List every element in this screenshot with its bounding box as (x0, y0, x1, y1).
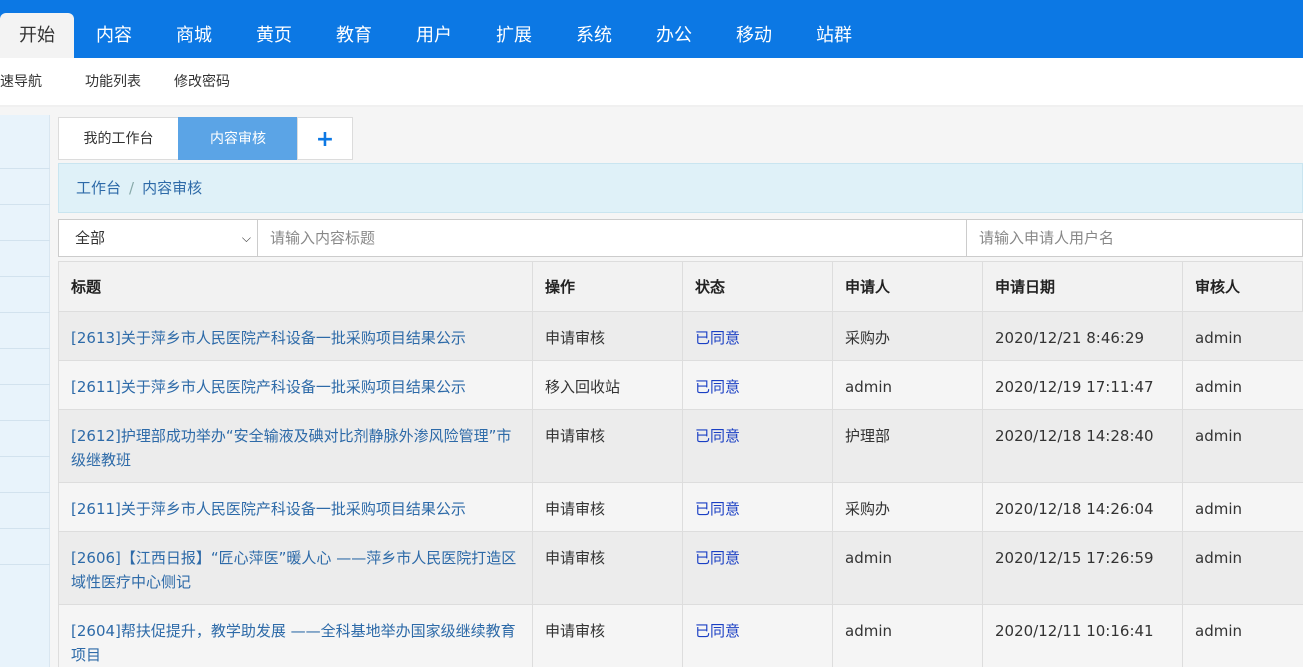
add-tab-button[interactable]: + (297, 117, 353, 160)
row-action: 申请审核 (533, 312, 683, 360)
row-action: 申请审核 (533, 532, 683, 604)
table-row: [2611]关于萍乡市人民医院产科设备一批采购项目结果公示 移入回收站 已同意 … (58, 361, 1303, 410)
category-select-value: 全部 (75, 229, 106, 247)
row-applicant: admin (833, 532, 983, 604)
row-applicant: admin (833, 361, 983, 409)
breadcrumb-current: 内容审核 (142, 179, 203, 197)
sidebar-divider (0, 564, 50, 565)
nav-item-office[interactable]: 办公 (644, 13, 704, 58)
subnav-quick-nav[interactable]: 快速导航 (0, 58, 42, 107)
tab-my-workbench[interactable]: 我的工作台 (58, 117, 179, 160)
nav-item-start[interactable]: 开始 (0, 13, 74, 58)
row-reviewer: admin (1195, 427, 1242, 445)
title-search-input[interactable]: 请输入内容标题 (257, 219, 967, 257)
nav-item-system[interactable]: 系统 (564, 13, 624, 58)
applicant-search-input[interactable]: 请输入申请人用户名 (966, 219, 1303, 257)
nav-item-extensions[interactable]: 扩展 (484, 13, 544, 58)
row-reviewer: admin (1195, 329, 1242, 347)
sidebar-divider (0, 348, 50, 349)
row-status: 已同意 (683, 483, 833, 531)
sidebar-divider (0, 492, 50, 493)
sidebar-divider (0, 420, 50, 421)
row-status: 已同意 (683, 605, 833, 667)
row-status: 已同意 (683, 361, 833, 409)
sidebar-divider (0, 276, 50, 277)
row-date: 2020/12/11 10:16:41 (983, 605, 1183, 667)
table-header: 标题 操作 状态 申请人 申请日期 审核人 (58, 261, 1303, 313)
table-row: [2604]帮扶促提升，教学助发展 ——全科基地举办国家级继续教育项目 申请审核… (58, 605, 1303, 667)
section-gap (0, 107, 1303, 115)
row-action: 申请审核 (533, 483, 683, 531)
nav-item-users[interactable]: 用户 (404, 13, 464, 58)
col-header-applicant[interactable]: 申请人 (833, 262, 983, 313)
row-action: 移入回收站 (533, 361, 683, 409)
row-applicant: 采购办 (833, 483, 983, 531)
sidebar-divider (0, 456, 50, 457)
col-header-reviewer[interactable]: 审核人 (1183, 262, 1303, 313)
row-title-link[interactable]: [2611]关于萍乡市人民医院产科设备一批采购项目结果公示 (59, 483, 533, 531)
table-row: [2613]关于萍乡市人民医院产科设备一批采购项目结果公示 申请审核 已同意 采… (58, 312, 1303, 361)
col-header-status[interactable]: 状态 (683, 262, 833, 313)
row-applicant: 护理部 (833, 410, 983, 482)
row-reviewer: admin (1195, 500, 1242, 518)
row-title-link[interactable]: [2604]帮扶促提升，教学助发展 ——全科基地举办国家级继续教育项目 (59, 605, 533, 667)
subnav-function-list[interactable]: 功能列表 (85, 58, 141, 107)
row-date: 2020/12/18 14:26:04 (983, 483, 1183, 531)
chevron-down-icon: ⌵ (241, 231, 251, 245)
row-title-link[interactable]: [2611]关于萍乡市人民医院产科设备一批采购项目结果公示 (59, 361, 533, 409)
col-header-title[interactable]: 标题 (59, 262, 533, 313)
nav-item-education[interactable]: 教育 (324, 13, 384, 58)
sidebar-divider (0, 240, 50, 241)
nav-item-mobile[interactable]: 移动 (724, 13, 784, 58)
row-reviewer: admin (1195, 378, 1242, 396)
sidebar-divider (0, 312, 50, 313)
sidebar-divider (0, 168, 50, 169)
row-date: 2020/12/19 17:11:47 (983, 361, 1183, 409)
sidebar-divider (0, 384, 50, 385)
breadcrumb: 工作台 / 内容审核 (58, 163, 1303, 213)
col-header-date[interactable]: 申请日期 (983, 262, 1183, 313)
top-nav: 开始 内容 商城 黄页 教育 用户 扩展 系统 办公 移动 站群 (0, 0, 1303, 58)
table-row: [2612]护理部成功举办“安全输液及碘对比剂静脉外渗风险管理”市级继教班 申请… (58, 410, 1303, 483)
sub-nav: 快速导航 功能列表 修改密码 (0, 58, 1303, 107)
tab-content-review[interactable]: 内容审核 (178, 117, 298, 160)
row-title-link[interactable]: [2612]护理部成功举办“安全输液及碘对比剂静脉外渗风险管理”市级继教班 (59, 410, 533, 482)
main-content: 我的工作台 内容审核 + 工作台 / 内容审核 全部 ⌵ 请输入内容标题 请输入申请… (50, 115, 1303, 667)
row-action: 申请审核 (533, 605, 683, 667)
row-status: 已同意 (683, 410, 833, 482)
row-applicant: 采购办 (833, 312, 983, 360)
subnav-change-password[interactable]: 修改密码 (174, 58, 230, 107)
nav-item-content[interactable]: 内容 (84, 13, 144, 58)
row-applicant: admin (833, 605, 983, 667)
col-header-action[interactable]: 操作 (533, 262, 683, 313)
left-sidebar (0, 115, 50, 667)
row-date: 2020/12/21 8:46:29 (983, 312, 1183, 360)
row-reviewer: admin (1195, 622, 1242, 640)
row-action: 申请审核 (533, 410, 683, 482)
nav-item-mall[interactable]: 商城 (164, 13, 224, 58)
row-reviewer: admin (1195, 549, 1242, 567)
table-row: [2606]【江西日报】“匠心萍医”暖人心 ——萍乡市人民医院打造区域性医疗中心… (58, 532, 1303, 605)
breadcrumb-separator: / (129, 179, 135, 197)
sidebar-divider (0, 528, 50, 529)
row-title-link[interactable]: [2613]关于萍乡市人民医院产科设备一批采购项目结果公示 (59, 312, 533, 360)
row-date: 2020/12/18 14:28:40 (983, 410, 1183, 482)
breadcrumb-root[interactable]: 工作台 (76, 179, 121, 197)
sidebar-divider (0, 204, 50, 205)
category-select[interactable]: 全部 ⌵ (58, 219, 258, 257)
row-title-link[interactable]: [2606]【江西日报】“匠心萍医”暖人心 ——萍乡市人民医院打造区域性医疗中心… (59, 532, 533, 604)
row-date: 2020/12/15 17:26:59 (983, 532, 1183, 604)
table-row: [2611]关于萍乡市人民医院产科设备一批采购项目结果公示 申请审核 已同意 采… (58, 483, 1303, 532)
row-status: 已同意 (683, 312, 833, 360)
nav-item-yellowpages[interactable]: 黄页 (244, 13, 304, 58)
row-status: 已同意 (683, 532, 833, 604)
nav-item-sites[interactable]: 站群 (804, 13, 864, 58)
